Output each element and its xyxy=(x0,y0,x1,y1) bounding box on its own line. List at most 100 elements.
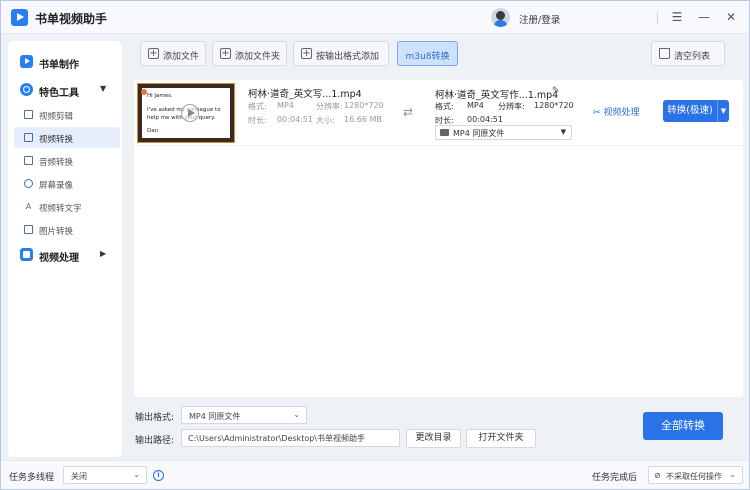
multithread-dropdown[interactable]: 关闭 ⌄ xyxy=(63,466,147,484)
source-duration: 00:04:51 xyxy=(277,115,313,124)
sidebar-item-label: 屏幕录像 xyxy=(39,181,74,191)
add-folder-button[interactable]: + 添加文件夹 xyxy=(212,41,287,66)
status-bar: 任务多线程 关闭 ⌄ i 任务完成后 ⊘ 不采取任何操作 ⌄ xyxy=(1,460,749,489)
sidebar-item-label: 视频转换 xyxy=(39,135,74,145)
sidebar-item-video-edit[interactable]: 视频剪辑 xyxy=(14,104,120,125)
add-file-button[interactable]: + 添加文件 xyxy=(140,41,206,66)
title-divider xyxy=(657,12,658,24)
clear-list-button[interactable]: 清空列表 xyxy=(651,41,725,66)
convert-dropdown-icon[interactable]: ▼ xyxy=(717,100,729,122)
audio-icon xyxy=(24,156,33,165)
video-make-icon xyxy=(20,55,33,68)
convert-fast-button[interactable]: 转换(极速) xyxy=(663,100,717,122)
login-link[interactable]: 注册/登录 xyxy=(519,12,560,26)
file-row[interactable]: Hi James. I've asked my colleague to hel… xyxy=(134,80,743,146)
record-dot-icon xyxy=(141,89,147,95)
source-file-name: 柯林·道奇_英文写...1.mp4 xyxy=(248,89,362,100)
toolbar: + 添加文件 + 添加文件夹 + 按输出格式添加 m3u8转换 清空列表 xyxy=(134,41,743,66)
trash-icon xyxy=(659,48,670,59)
output-path-input[interactable] xyxy=(181,429,400,447)
caret-down-icon: ▼ xyxy=(560,128,566,136)
sidebar: 书单制作 特色工具 ▼ 视频剪辑 视频转换 音频转换 屏幕录像 A 视频转文字 xyxy=(8,41,122,457)
sidebar-item-video-to-text[interactable]: A 视频转文字 xyxy=(14,196,120,217)
no-action-icon: ⊘ xyxy=(654,471,661,480)
sidebar-item-audio-convert[interactable]: 音频转换 xyxy=(14,150,120,171)
info-icon[interactable]: i xyxy=(153,470,164,481)
sidebar-item-label: 图片转换 xyxy=(39,227,74,237)
minimize-icon[interactable]: — xyxy=(696,9,712,25)
sidebar-section-video-process[interactable]: 视频处理 ▶ xyxy=(8,244,122,266)
output-format-label: 输出格式: xyxy=(135,413,175,423)
sidebar-item-video-convert[interactable]: 视频转换 xyxy=(14,127,120,148)
target-resolution: 1280*720 xyxy=(534,101,574,110)
sidebar-section-special-tools[interactable]: 特色工具 ▼ xyxy=(8,79,122,101)
sidebar-item-label: 书单制作 xyxy=(39,60,79,71)
output-format-dropdown-value: MP4 同原文件 xyxy=(189,412,241,421)
on-complete-dropdown[interactable]: ⊘ 不采取任何操作 ⌄ xyxy=(648,466,743,484)
sidebar-item-label: 视频转文字 xyxy=(39,204,82,214)
sidebar-item-label: 音频转换 xyxy=(39,158,74,168)
source-resolution: 1280*720 xyxy=(344,101,384,110)
output-settings: 输出格式: MP4 同原文件 ⌄ 输出路径: 更改目录 打开文件夹 全部转换 xyxy=(134,401,743,455)
change-directory-button[interactable]: 更改目录 xyxy=(406,429,461,448)
edit-name-icon[interactable]: ✎ xyxy=(552,86,560,96)
close-icon[interactable]: ✕ xyxy=(723,9,739,25)
video-thumbnail[interactable]: Hi James. I've asked my colleague to hel… xyxy=(137,83,235,143)
resolution-label: 分辨率: xyxy=(316,102,343,111)
sidebar-section-label: 特色工具 xyxy=(39,88,79,99)
thumbnail-content: Hi James. I've asked my colleague to hel… xyxy=(142,88,230,138)
format-label: 格式: xyxy=(435,102,454,111)
play-icon[interactable] xyxy=(181,104,199,122)
target-duration: 00:04:51 xyxy=(467,115,503,124)
convert-all-button[interactable]: 全部转换 xyxy=(643,412,723,440)
target-format: MP4 xyxy=(467,101,484,110)
title-bar: 书单视频助手 注册/登录 ☰ — ✕ xyxy=(1,1,749,34)
add-format-icon: + xyxy=(301,48,312,59)
target-file-name: 柯林·道奇_英文写作...1.mp4 xyxy=(435,90,559,101)
video-process-label: 视频处理 xyxy=(603,108,640,118)
video-process-link[interactable]: ✂ 视频处理 xyxy=(593,105,640,118)
output-format-value: MP4 同原文件 xyxy=(453,129,505,138)
sidebar-section-label: 视频处理 xyxy=(39,253,79,264)
add-by-format-button[interactable]: + 按输出格式添加 xyxy=(293,41,389,66)
menu-icon[interactable]: ☰ xyxy=(669,9,685,25)
multithread-value: 关闭 xyxy=(71,472,87,481)
on-complete-label: 任务完成后 xyxy=(592,473,638,483)
add-file-icon: + xyxy=(148,48,159,59)
app-title: 书单视频助手 xyxy=(35,12,108,26)
add-folder-label: 添加文件夹 xyxy=(235,52,281,62)
file-list: Hi James. I've asked my colleague to hel… xyxy=(134,80,743,397)
thumbnail-text: Hi James. xyxy=(147,93,173,99)
output-path-label: 输出路径: xyxy=(135,436,175,446)
source-size: 16.66 MB xyxy=(344,115,382,124)
sidebar-item-screen-record[interactable]: 屏幕录像 xyxy=(14,173,120,194)
app-logo-icon xyxy=(11,9,28,26)
tools-icon xyxy=(20,83,33,96)
add-by-format-label: 按输出格式添加 xyxy=(316,52,380,62)
convert-arrow-icon: ⇄ xyxy=(402,105,414,119)
output-format-select[interactable]: MP4 同原文件 ▼ xyxy=(435,125,572,140)
sidebar-item-image-convert[interactable]: 图片转换 xyxy=(14,219,120,240)
clear-list-label: 清空列表 xyxy=(674,52,711,62)
sidebar-item-label: 视频剪辑 xyxy=(39,112,74,122)
resolution-label: 分辨率: xyxy=(498,102,525,111)
add-file-label: 添加文件 xyxy=(163,52,200,62)
open-folder-button[interactable]: 打开文件夹 xyxy=(466,429,536,448)
chevron-down-icon: ⌄ xyxy=(133,470,140,479)
on-complete-value: 不采取任何操作 xyxy=(666,472,722,481)
chevron-down-icon: ▼ xyxy=(100,84,107,93)
record-icon xyxy=(24,179,33,188)
thumbnail-text: Dan xyxy=(147,128,159,134)
m3u8-convert-button[interactable]: m3u8转换 xyxy=(397,41,458,66)
crop-icon xyxy=(24,110,33,119)
duration-label: 时长: xyxy=(248,116,267,125)
source-format: MP4 xyxy=(277,101,294,110)
user-avatar[interactable] xyxy=(491,8,510,27)
chevron-down-icon: ⌄ xyxy=(293,410,300,419)
output-format-dropdown[interactable]: MP4 同原文件 ⌄ xyxy=(181,406,307,424)
text-icon: A xyxy=(25,202,32,211)
scissors-icon: ✂ xyxy=(593,108,601,118)
add-folder-icon: + xyxy=(220,48,231,59)
convert-icon xyxy=(24,133,33,142)
sidebar-item-video-make[interactable]: 书单制作 xyxy=(8,51,122,73)
